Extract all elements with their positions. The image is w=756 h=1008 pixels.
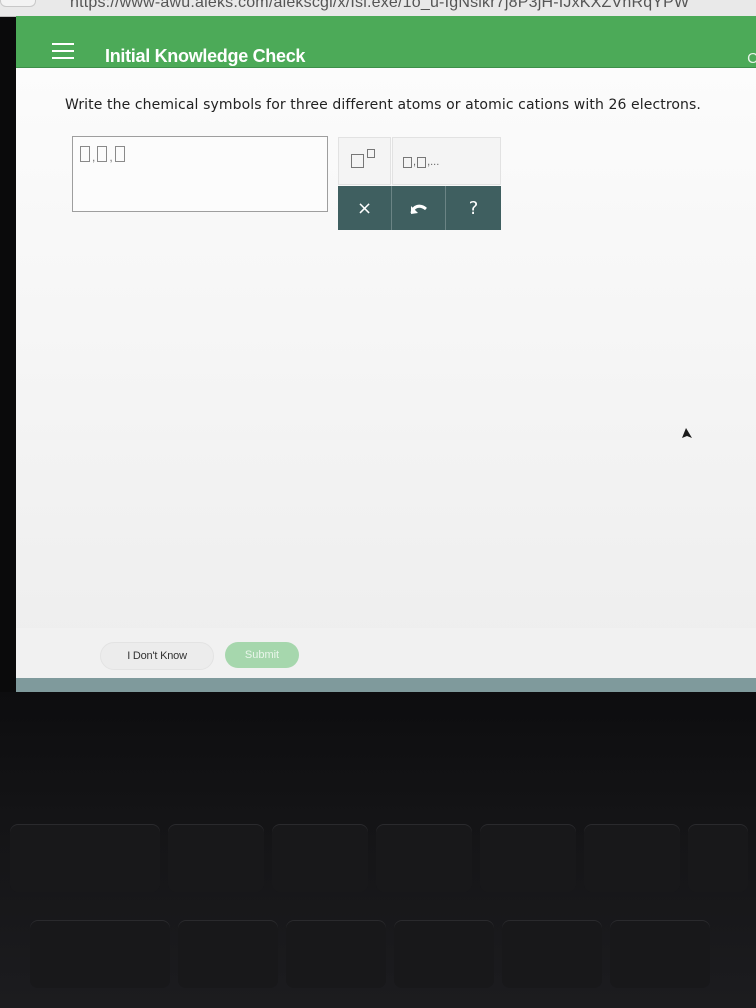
mouse-cursor-icon [681, 426, 693, 445]
superscript-exponent-box-icon [367, 149, 375, 158]
keyboard-key [178, 920, 278, 988]
header-right-text[interactable]: C [747, 50, 756, 67]
keyboard-key [584, 824, 680, 892]
keyboard-key [480, 824, 576, 892]
keyboard-key [502, 920, 602, 988]
keyboard-key [610, 920, 710, 988]
superscript-template-button[interactable] [338, 137, 391, 185]
keyboard-key [286, 920, 386, 988]
keyboard-key [10, 824, 160, 892]
question-text: Write the chemical symbols for three dif… [65, 97, 701, 113]
list-template-button[interactable]: ,,... [392, 137, 501, 185]
answer-template[interactable]: , , [80, 146, 125, 163]
list-template-icon: ,,... [403, 156, 439, 168]
page-title: Initial Knowledge Check [105, 46, 306, 66]
hamburger-menu-icon[interactable] [52, 43, 74, 59]
keyboard-key [272, 824, 368, 892]
keyboard-key [688, 824, 748, 892]
i-dont-know-button[interactable]: I Don't Know [100, 642, 214, 670]
input-palette: ,,... × ? [338, 137, 501, 231]
answer-slot-1[interactable] [80, 146, 90, 162]
clear-button[interactable]: × [338, 186, 392, 230]
keyboard-key [30, 920, 170, 988]
keyboard-key [394, 920, 494, 988]
browser-tab-edge [0, 0, 36, 7]
answer-slot-3[interactable] [114, 146, 125, 162]
superscript-base-box-icon [351, 154, 364, 168]
help-button[interactable]: ? [446, 186, 501, 230]
browser-address-bar[interactable]: https://www-awu.aleks.com/alekscgi/x/Isl… [0, 0, 756, 17]
footer-strip [16, 678, 756, 692]
laptop-bezel [0, 692, 756, 1008]
top-header: Initial Knowledge Check C [16, 16, 756, 68]
url-text[interactable]: https://www-awu.aleks.com/alekscgi/x/Isl… [70, 0, 689, 12]
keyboard-key [376, 824, 472, 892]
app-screen: Initial Knowledge Check C Write the chem… [16, 16, 756, 692]
undo-icon [410, 204, 427, 214]
undo-button[interactable] [392, 186, 446, 230]
answer-slot-2[interactable] [97, 146, 108, 162]
answer-input-box[interactable]: , , [72, 136, 328, 212]
submit-button[interactable]: Submit [225, 642, 299, 668]
keyboard-key [168, 824, 264, 892]
